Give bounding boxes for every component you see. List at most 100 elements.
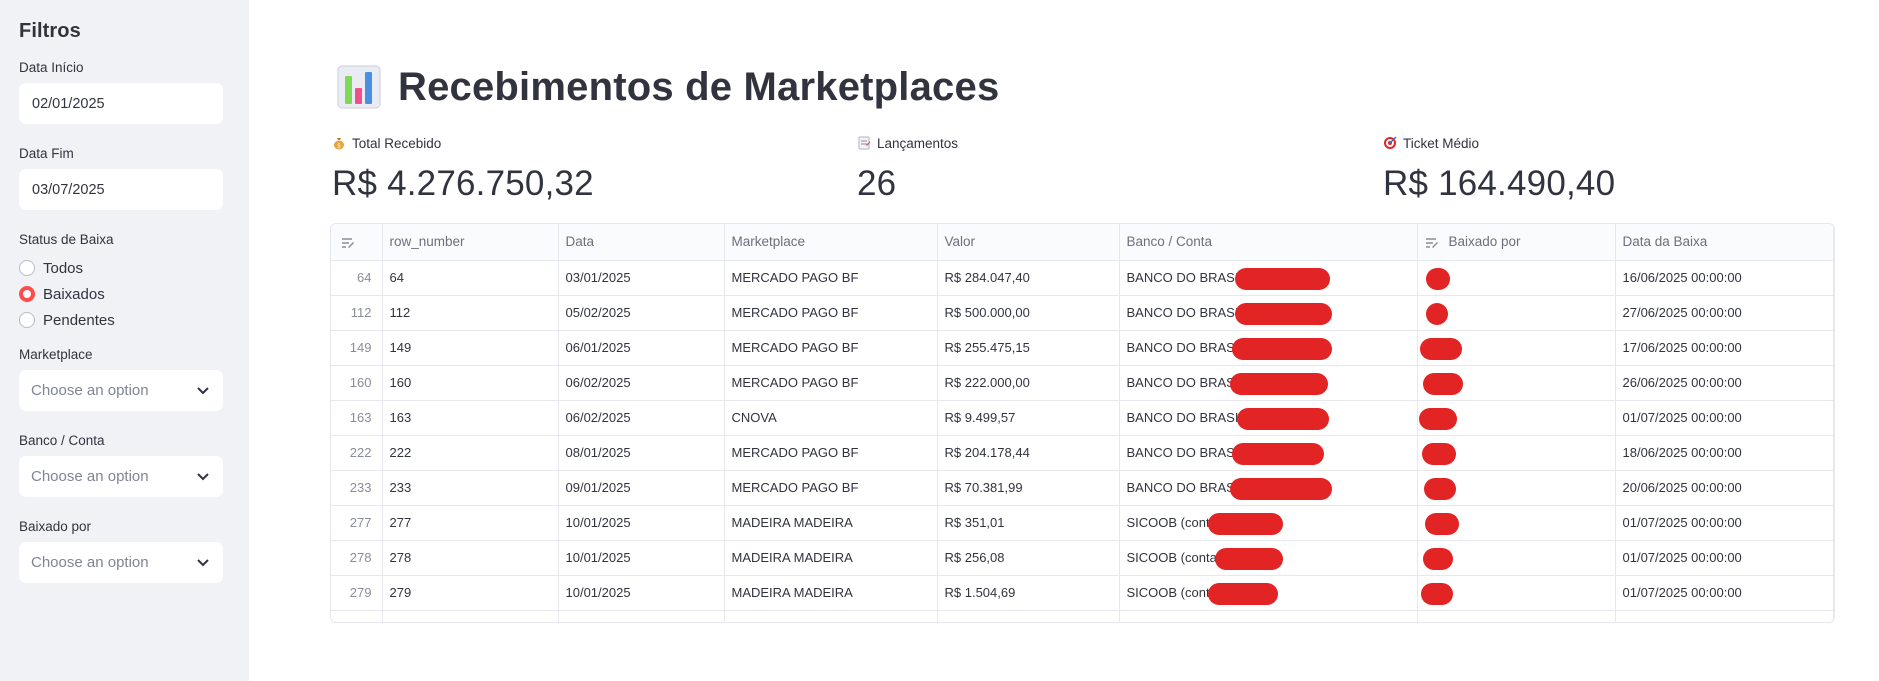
chevron-down-icon[interactable] (195, 469, 211, 485)
baixado-por-cell[interactable] (1417, 435, 1616, 471)
data-baixa-cell[interactable]: 01/07/2025 00:00:00 (1615, 540, 1834, 576)
date-cell[interactable]: 06/02/2025 (558, 400, 725, 436)
banco-cell[interactable]: BANCO DO BRASIL (1119, 330, 1418, 366)
column-header-banco[interactable]: Banco / Conta (1119, 224, 1418, 261)
table-row[interactable]: 64 64 03/01/2025 MERCADO PAGO BF R$ 284.047,… (331, 260, 1834, 296)
table-row[interactable]: 279 279 10/01/2025 MADEIRA MADEIRA R$ 1.504,… (331, 575, 1834, 611)
radio-pendentes-circle[interactable] (19, 312, 35, 328)
marketplace-cell[interactable]: MERCADO PAGO BF (724, 435, 938, 471)
table-row[interactable]: 233 233 09/01/2025 MERCADO PAGO BF R$ 70.381… (331, 470, 1834, 506)
valor-cell[interactable]: R$ 204.178,44 (937, 435, 1120, 471)
marketplace-cell[interactable]: MERCADO PAGO BF (724, 260, 938, 296)
date-cell[interactable]: 03/01/2025 (558, 260, 725, 296)
valor-cell[interactable]: R$ 222.000,00 (937, 365, 1120, 401)
banco-cell[interactable]: SICOOB (conta (1119, 575, 1418, 611)
banco-cell[interactable]: SICOOB (conta (1119, 505, 1418, 541)
row-index-cell[interactable]: 64 (331, 260, 383, 296)
banco-cell[interactable]: BANCO DO BRASIL (1119, 435, 1418, 471)
data-baixa-cell[interactable]: 01/07/2025 00:00:00 (1615, 575, 1834, 611)
date-cell[interactable]: 10/01/2025 (558, 505, 725, 541)
data-baixa-cell[interactable]: 01/07/2025 00:00:00 (1615, 400, 1834, 436)
valor-cell[interactable]: R$ 500.000,00 (937, 295, 1120, 331)
date-cell[interactable]: 06/02/2025 (558, 365, 725, 401)
valor-cell[interactable]: R$ 351,01 (937, 505, 1120, 541)
valor-cell[interactable]: R$ 284.047,40 (937, 260, 1120, 296)
valor-cell[interactable]: R$ 1.504,69 (937, 575, 1120, 611)
chevron-down-icon[interactable] (195, 383, 211, 399)
data-baixa-cell[interactable]: 18/06/2025 00:00:00 (1615, 435, 1834, 471)
marketplace-cell[interactable]: MERCADO PAGO BF (724, 470, 938, 506)
data-baixa-cell[interactable]: 17/06/2025 00:00:00 (1615, 330, 1834, 366)
marketplace-cell[interactable]: MERCADO PAGO BF (724, 330, 938, 366)
table-row[interactable]: 149 149 06/01/2025 MERCADO PAGO BF R$ 255.47… (331, 330, 1834, 366)
data-baixa-cell[interactable]: 16/06/2025 00:00:00 (1615, 260, 1834, 296)
chevron-down-icon[interactable] (195, 555, 211, 571)
banco-cell[interactable]: BANCO DO BRASIL (1119, 470, 1418, 506)
valor-cell[interactable]: R$ 256,08 (937, 540, 1120, 576)
row-number-cell[interactable]: 233 (382, 470, 559, 506)
table-row[interactable]: 278 278 10/01/2025 MADEIRA MADEIRA R$ 256,08… (331, 540, 1834, 576)
baixado-por-cell[interactable] (1417, 260, 1616, 296)
row-index-cell[interactable]: 279 (331, 575, 383, 611)
date-cell[interactable]: 09/01/2025 (558, 470, 725, 506)
row-index-cell[interactable]: 277 (331, 505, 383, 541)
data-baixa-cell[interactable]: 27/06/2025 00:00:00 (1615, 295, 1834, 331)
valor-cell[interactable]: R$ 255.475,15 (937, 330, 1120, 366)
row-number-cell[interactable]: 279 (382, 575, 559, 611)
date-cell[interactable]: 05/02/2025 (558, 295, 725, 331)
table-row[interactable]: 277 277 10/01/2025 MADEIRA MADEIRA R$ 351,01… (331, 505, 1834, 541)
marketplace-cell[interactable]: MERCADO PAGO BF (724, 365, 938, 401)
marketplace-cell[interactable]: CNOVA (724, 400, 938, 436)
column-header-valor[interactable]: Valor (937, 224, 1120, 261)
data-baixa-cell[interactable]: 01/07/2025 00:00:00 (1615, 505, 1834, 541)
date-cell[interactable]: 10/01/2025 (558, 540, 725, 576)
baixado-por-select[interactable]: Choose an option (19, 542, 223, 583)
row-index-cell[interactable]: 233 (331, 470, 383, 506)
baixado-por-cell[interactable] (1417, 365, 1616, 401)
baixado-por-cell[interactable] (1417, 505, 1616, 541)
banco-cell[interactable]: BANCO DO BRASIL (1119, 295, 1418, 331)
data-table[interactable]: row_number Data Marketplace Valor Banco … (330, 223, 1835, 623)
row-index-cell[interactable]: 278 (331, 540, 383, 576)
banco-cell[interactable]: BANCO DO BRASIL (1119, 365, 1418, 401)
row-number-cell[interactable]: 160 (382, 365, 559, 401)
table-row[interactable]: 112 112 05/02/2025 MERCADO PAGO BF R$ 500.00… (331, 295, 1834, 331)
marketplace-cell[interactable]: MERCADO PAGO BF (724, 295, 938, 331)
baixado-por-cell[interactable] (1417, 540, 1616, 576)
radio-todos[interactable]: Todos (19, 255, 230, 281)
marketplace-cell[interactable]: MADEIRA MADEIRA (724, 575, 938, 611)
row-number-cell[interactable]: 64 (382, 260, 559, 296)
column-header-baixado-por[interactable]: Baixado por (1417, 224, 1616, 261)
data-baixa-cell[interactable]: 20/06/2025 00:00:00 (1615, 470, 1834, 506)
banco-cell[interactable]: BANCO DO BRASIL (1119, 400, 1418, 436)
row-index-cell[interactable]: 163 (331, 400, 383, 436)
column-header-row-number[interactable]: row_number (382, 224, 559, 261)
marketplace-cell[interactable]: MADEIRA MADEIRA (724, 540, 938, 576)
row-index-cell[interactable]: 149 (331, 330, 383, 366)
row-number-cell[interactable]: 112 (382, 295, 559, 331)
baixado-por-cell[interactable] (1417, 400, 1616, 436)
table-row[interactable]: 163 163 06/02/2025 CNOVA R$ 9.499,57 BANCO DO… (331, 400, 1834, 436)
row-number-cell[interactable]: 163 (382, 400, 559, 436)
radio-todos-circle[interactable] (19, 260, 35, 276)
data-baixa-cell[interactable]: 26/06/2025 00:00:00 (1615, 365, 1834, 401)
table-row[interactable]: 222 222 08/01/2025 MERCADO PAGO BF R$ 204.17… (331, 435, 1834, 471)
row-number-cell[interactable]: 278 (382, 540, 559, 576)
column-header-data-baixa[interactable]: Data da Baixa (1615, 224, 1834, 261)
start-date-input[interactable]: 02/01/2025 (19, 83, 223, 124)
date-cell[interactable]: 10/01/2025 (558, 575, 725, 611)
banco-cell[interactable]: BANCO DO BRASIL (1119, 260, 1418, 296)
banco-select[interactable]: Choose an option (19, 456, 223, 497)
radio-baixados-circle[interactable] (19, 286, 35, 302)
end-date-input[interactable]: 03/07/2025 (19, 169, 223, 210)
marketplace-cell[interactable]: MADEIRA MADEIRA (724, 505, 938, 541)
index-column-header[interactable] (331, 224, 383, 261)
marketplace-select[interactable]: Choose an option (19, 370, 223, 411)
baixado-por-cell[interactable] (1417, 575, 1616, 611)
valor-cell[interactable]: R$ 9.499,57 (937, 400, 1120, 436)
row-index-cell[interactable]: 112 (331, 295, 383, 331)
date-cell[interactable]: 08/01/2025 (558, 435, 725, 471)
banco-cell[interactable]: SICOOB (conta (1119, 540, 1418, 576)
baixado-por-cell[interactable] (1417, 470, 1616, 506)
column-header-data[interactable]: Data (558, 224, 725, 261)
